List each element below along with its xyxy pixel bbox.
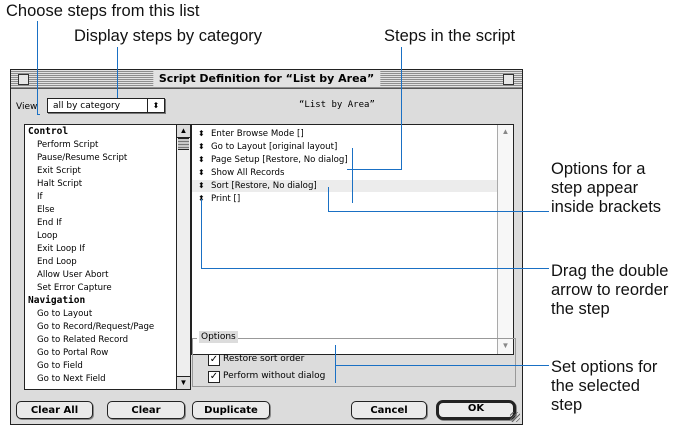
callout-options-brackets: Options for a step appear inside bracket… <box>551 160 661 217</box>
script-name-heading: “List by Area” <box>299 100 375 110</box>
dialog-title: Script Definition for “List by Area” <box>152 71 381 87</box>
callout-steps-in-script: Steps in the script <box>384 27 516 45</box>
clear-all-button[interactable]: Clear All <box>16 401 93 419</box>
list-item[interactable]: End Loop <box>37 256 77 268</box>
zoom-box-icon[interactable] <box>503 74 514 85</box>
callout-display-by-category: Display steps by category <box>74 27 263 45</box>
double-arrow-icon[interactable]: ⬍ <box>198 128 205 140</box>
callout-set-options: Set options for the selected step <box>551 358 657 415</box>
list-item[interactable]: Go to Field <box>37 360 83 372</box>
list-item[interactable]: Exit Script <box>37 165 81 177</box>
callout-line-2: arrow to reorder <box>551 281 669 299</box>
script-definition-dialog: Script Definition for “List by Area” Vie… <box>10 69 523 425</box>
list-item[interactable]: End If <box>37 217 62 229</box>
script-step-row[interactable]: ⬍ Page Setup [Restore, No dialog] <box>192 154 498 166</box>
steps-list-scrollbar[interactable]: ▲ ▼ <box>176 125 190 389</box>
restore-sort-order-checkbox[interactable]: ✓ <box>208 354 220 366</box>
list-item[interactable]: If <box>37 191 43 203</box>
scroll-thumb[interactable] <box>178 138 189 150</box>
checkmark-icon: ✓ <box>209 371 219 382</box>
popup-arrow-icon: ⬍ <box>147 99 164 112</box>
callout-choose-steps: Choose steps from this list <box>6 2 200 20</box>
options-label: Options <box>199 331 238 343</box>
scroll-up-icon[interactable]: ▲ <box>177 125 190 138</box>
category-header: Control <box>28 126 69 137</box>
clear-button[interactable]: Clear <box>107 401 185 419</box>
ok-button[interactable]: OK <box>436 400 516 420</box>
options-group: Options ✓ Restore sort order ✓ Perform w… <box>192 331 516 387</box>
cancel-button[interactable]: Cancel <box>351 401 427 419</box>
callout-line-2: the selected <box>551 377 640 395</box>
list-item[interactable]: Allow User Abort <box>37 269 109 281</box>
grow-box-icon[interactable] <box>510 412 520 422</box>
scroll-up-icon[interactable]: ▲ <box>498 125 513 139</box>
list-item[interactable]: Exit Loop If <box>37 243 85 255</box>
list-item[interactable]: Go to Related Record <box>37 334 128 346</box>
list-item[interactable]: Loop <box>37 230 58 242</box>
list-item[interactable]: Go to Next Field <box>37 373 106 385</box>
callout-line-1: Drag the double <box>551 262 669 280</box>
view-popup-menu[interactable]: all by category ⬍ <box>47 98 165 113</box>
list-item[interactable]: Go to Portal Row <box>37 347 108 359</box>
list-item[interactable]: Else <box>37 204 55 216</box>
view-popup-value: all by category <box>53 101 121 111</box>
script-step-text: Go to Layout [original layout] <box>211 142 338 152</box>
script-step-text: Print [] <box>211 194 241 204</box>
script-step-row[interactable]: ⬍ Sort [Restore, No dialog] <box>192 180 498 192</box>
callout-line-3: the step <box>551 300 610 318</box>
category-header: Navigation <box>28 295 86 306</box>
close-box-icon[interactable] <box>18 74 29 85</box>
callout-line-3: inside brackets <box>551 198 662 216</box>
list-item[interactable]: Halt Script <box>37 178 82 190</box>
script-scrollbar[interactable]: ▲ ▼ <box>497 125 513 354</box>
perform-without-dialog-checkbox[interactable]: ✓ <box>208 371 220 383</box>
list-item[interactable]: Go to Record/Request/Page <box>37 321 154 333</box>
callout-line-1: Set options for <box>551 358 658 376</box>
script-step-text: Page Setup [Restore, No dialog] <box>211 155 348 165</box>
script-step-row[interactable]: ⬍ Go to Layout [original layout] <box>192 141 498 153</box>
steps-list[interactable]: Control Perform Script Pause/Resume Script… <box>24 124 191 390</box>
script-step-text: Show All Records <box>211 168 285 178</box>
script-step-text: Enter Browse Mode [] <box>211 129 304 139</box>
script-step-row[interactable]: ⬍Print [] <box>192 193 498 205</box>
callout-line-3: step <box>551 396 583 414</box>
list-item[interactable]: Pause/Resume Script <box>37 152 127 164</box>
view-label: View <box>16 102 38 112</box>
list-item[interactable]: Go to Layout <box>37 308 92 320</box>
double-arrow-icon[interactable]: ⬍ <box>198 154 205 166</box>
script-step-text: Sort [Restore, No dialog] <box>211 181 317 191</box>
double-arrow-icon[interactable]: ⬍ <box>198 180 205 192</box>
restore-sort-order-label[interactable]: Restore sort order <box>223 353 304 365</box>
callout-drag-arrow: Drag the double arrow to reorder the ste… <box>551 262 668 319</box>
callout-line-1: Options for a <box>551 160 646 178</box>
list-item[interactable]: Set Error Capture <box>37 282 112 294</box>
script-step-row[interactable]: ⬍ Show All Records <box>192 167 498 179</box>
double-arrow-icon[interactable]: ⬍ <box>198 141 205 153</box>
perform-without-dialog-label[interactable]: Perform without dialog <box>223 370 325 382</box>
title-bar[interactable]: Script Definition for “List by Area” <box>11 70 522 89</box>
callout-line-2: step appear <box>551 179 639 197</box>
checkmark-icon: ✓ <box>209 354 219 365</box>
duplicate-button[interactable]: Duplicate <box>192 401 270 419</box>
scroll-down-icon[interactable]: ▼ <box>177 376 190 389</box>
double-arrow-icon[interactable]: ⬍ <box>198 167 205 179</box>
list-item[interactable]: Perform Script <box>37 139 98 151</box>
script-step-row[interactable]: ⬍ Enter Browse Mode [] <box>192 128 498 140</box>
